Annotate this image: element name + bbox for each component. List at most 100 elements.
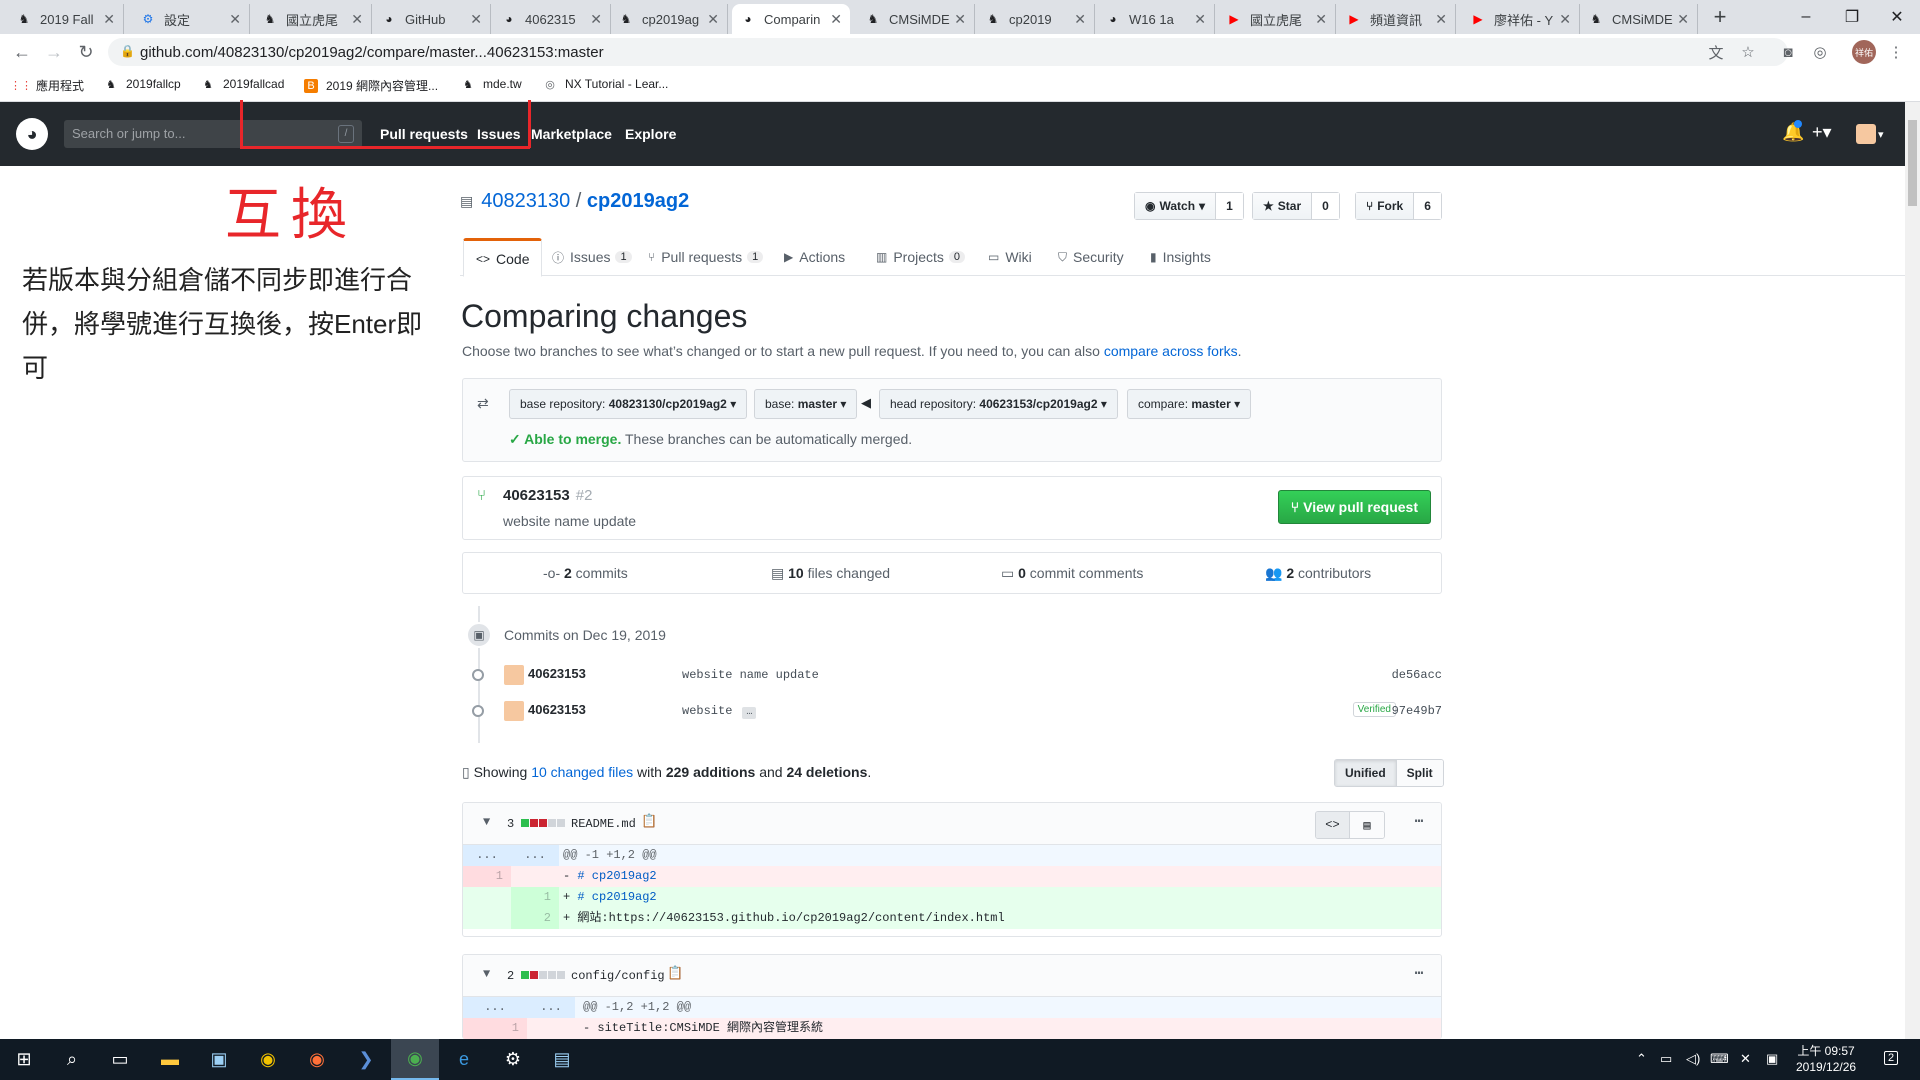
close-tab-icon[interactable]: ✕ [954, 11, 966, 28]
browser-tab[interactable]: ♞ 2019 Fall ✕ [8, 4, 124, 34]
tab-code[interactable]: <> Code [463, 238, 543, 277]
compare-branch-select[interactable]: compare: master ▾ [1127, 389, 1252, 419]
browser-tab[interactable]: ⚙ 設定 ✕ [132, 4, 250, 34]
tab-pull-requests[interactable]: ⑂ Pull requests 1 [648, 238, 764, 276]
browser-tab[interactable]: ♞ 國立虎尾 ✕ [254, 4, 372, 34]
fork-count[interactable]: 6 [1413, 193, 1441, 219]
translate-icon[interactable]: 文 [1704, 40, 1728, 64]
expand-icon[interactable]: ... [463, 997, 527, 1018]
notepad-icon[interactable]: ▤ [538, 1039, 586, 1080]
close-tab-icon[interactable]: ✕ [103, 11, 115, 28]
head-repository-select[interactable]: head repository: 40623153/cp2019ag2 ▾ [879, 389, 1118, 419]
commit-author[interactable]: 40623153 [528, 702, 586, 717]
firefox-icon[interactable]: ◉ [293, 1039, 341, 1080]
pr-title[interactable]: 40623153 #2 [503, 487, 592, 504]
source-view-icon[interactable]: <> [1316, 812, 1350, 838]
powershell-icon[interactable]: ❯ [342, 1039, 390, 1080]
profile-avatar[interactable]: 祥佑 [1852, 40, 1876, 64]
repo-name-link[interactable]: cp2019ag2 [587, 190, 689, 213]
close-tab-icon[interactable]: ✕ [229, 11, 241, 28]
tab-security[interactable]: ⛉ Security [1058, 238, 1124, 276]
expand-message-button[interactable]: … [742, 707, 757, 719]
browser-tab[interactable]: ♞ CMSiMDE ✕ [857, 4, 975, 34]
close-tab-icon[interactable]: ✕ [1435, 11, 1447, 28]
commit-author[interactable]: 40623153 [528, 666, 586, 681]
windows-start-icon[interactable]: ⊞ [0, 1039, 48, 1080]
tray-app-icon[interactable]: ✕ [1740, 1051, 1751, 1067]
star-count[interactable]: 0 [1311, 193, 1339, 219]
clipboard-icon[interactable]: 📋 [667, 966, 683, 981]
close-tab-icon[interactable]: ✕ [1559, 11, 1571, 28]
new-line-number[interactable]: 1 [511, 887, 559, 908]
back-icon[interactable]: ← [8, 40, 36, 64]
comments-stat[interactable]: ▭ 0 commit comments [1001, 565, 1143, 582]
search-icon[interactable]: ⌕ [48, 1039, 96, 1080]
chrome-icon[interactable]: ◉ [391, 1039, 439, 1080]
browser-tab[interactable]: ♞ CMSiMDE ✕ [1580, 4, 1698, 34]
commit-sha[interactable]: de56acc [1392, 668, 1442, 682]
minimize-button[interactable]: – [1783, 0, 1829, 34]
close-tab-icon[interactable]: ✕ [707, 11, 719, 28]
watch-count[interactable]: 1 [1215, 193, 1243, 219]
clipboard-icon[interactable]: 📋 [641, 814, 657, 829]
bookmark-item[interactable]: ♞ 2019fallcp [104, 77, 181, 91]
ime-icon[interactable]: ▣ [1766, 1051, 1778, 1067]
scrollbar-thumb[interactable] [1908, 120, 1917, 206]
tab-insights[interactable]: ▮ Insights [1150, 238, 1211, 276]
close-tab-icon[interactable]: ✕ [1315, 11, 1327, 28]
tab-actions[interactable]: ▶ Actions [784, 238, 845, 276]
browser-tab[interactable]: ♞ cp2019 ✕ [977, 4, 1095, 34]
new-tab-button[interactable]: + [1706, 4, 1734, 30]
system-clock[interactable]: 上午 09:57 2019/12/26 [1796, 1043, 1856, 1075]
files-stat[interactable]: ▤ 10 files changed [771, 565, 890, 582]
compare-across-forks-link[interactable]: compare across forks [1104, 343, 1238, 359]
close-tab-icon[interactable]: ✕ [470, 11, 482, 28]
commit-message[interactable]: website name update [682, 668, 819, 682]
view-pull-request-button[interactable]: ⑂ View pull request [1277, 490, 1431, 524]
watch-button[interactable]: ◉ Watch ▾ 1 [1134, 192, 1244, 220]
base-repository-select[interactable]: base repository: 40823130/cp2019ag2 ▾ [509, 389, 748, 419]
close-tab-icon[interactable]: ✕ [830, 11, 842, 28]
settings-gear-icon[interactable]: ⚙ [489, 1039, 537, 1080]
browser-tab[interactable]: ▶ 廖祥佑 - Y ✕ [1462, 4, 1580, 34]
new-line-number[interactable]: 2 [511, 908, 559, 929]
old-line-number[interactable]: 1 [463, 1018, 527, 1039]
star-button[interactable]: ★ Star 0 [1252, 192, 1340, 220]
browser-tab[interactable]: ♞ cp2019ag ✕ [610, 4, 728, 34]
fork-button[interactable]: ⑂ Fork 6 [1355, 192, 1442, 220]
close-tab-icon[interactable]: ✕ [590, 11, 602, 28]
app-icon[interactable]: ▣ [195, 1039, 243, 1080]
expand-icon[interactable]: ... [463, 845, 511, 866]
nav-explore[interactable]: Explore [625, 126, 676, 142]
file-name[interactable]: README.md [571, 817, 636, 831]
browser-tab[interactable]: ◕ Comparin ✕ [732, 4, 850, 34]
network-icon[interactable]: ▭ [1660, 1051, 1672, 1067]
commit-message[interactable]: website [682, 704, 732, 718]
close-tab-icon[interactable]: ✕ [351, 11, 363, 28]
avatar[interactable] [504, 701, 524, 721]
extension-icon[interactable]: ◎ [1808, 40, 1832, 64]
unified-button[interactable]: Unified [1335, 760, 1397, 786]
nav-marketplace[interactable]: Marketplace [531, 126, 612, 142]
expand-icon[interactable]: ... [511, 845, 559, 866]
contributors-stat[interactable]: 👥 2 contributors [1265, 565, 1371, 582]
github-logo-icon[interactable]: ◕ [16, 118, 48, 150]
forward-icon[interactable]: → [40, 40, 68, 64]
expand-icon[interactable]: ... [527, 997, 575, 1018]
tray-chevron-icon[interactable]: ⌃ [1636, 1051, 1647, 1067]
verified-badge[interactable]: Verified [1352, 702, 1396, 717]
browser-tab[interactable]: ▶ 頻道資訊 ✕ [1338, 4, 1456, 34]
base-branch-select[interactable]: base: master ▾ [754, 389, 858, 419]
keyboard-icon[interactable]: ⌨ [1710, 1051, 1729, 1067]
nav-pull-requests[interactable]: Pull requests [380, 126, 468, 142]
changed-files-link[interactable]: 10 changed files [531, 764, 633, 780]
maximize-button[interactable]: ❐ [1829, 0, 1875, 34]
file-name[interactable]: config/config [571, 969, 665, 983]
close-tab-icon[interactable]: ✕ [1074, 11, 1086, 28]
close-tab-icon[interactable]: ✕ [1194, 11, 1206, 28]
menu-icon[interactable]: ⋮ [1884, 40, 1908, 64]
commit-sha[interactable]: 97e49b7 [1392, 704, 1442, 718]
bookmark-item[interactable]: ◎ NX Tutorial - Lear... [543, 77, 668, 91]
avatar[interactable] [504, 665, 524, 685]
close-window-button[interactable]: ✕ [1874, 0, 1920, 34]
